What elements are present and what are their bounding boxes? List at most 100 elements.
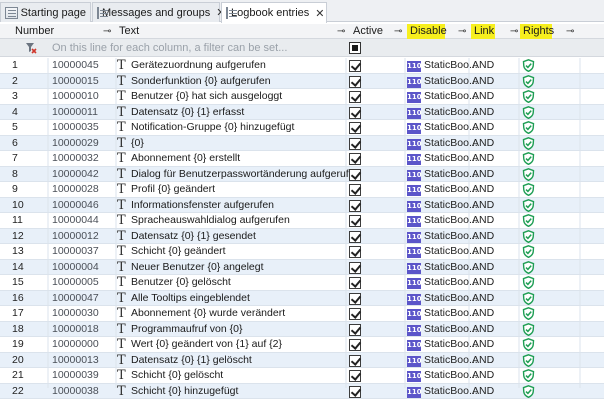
- row-link[interactable]: AND: [472, 384, 494, 399]
- row-disable[interactable]: StaticBoo...: [424, 384, 478, 399]
- shield-check-icon[interactable]: [522, 260, 535, 274]
- row-link[interactable]: AND: [472, 167, 494, 182]
- table-row[interactable]: 9 10000028 T Profil {0} geändert 110 StaticBo…: [0, 182, 604, 198]
- row-number[interactable]: 10000047: [52, 291, 99, 306]
- shield-check-icon[interactable]: [522, 369, 535, 383]
- row-number[interactable]: 10000035: [52, 120, 99, 135]
- column-header-rights[interactable]: Rights: [520, 24, 554, 39]
- row-link[interactable]: AND: [472, 89, 494, 104]
- row-disable[interactable]: StaticBoo...: [424, 74, 478, 89]
- shield-check-icon[interactable]: [522, 121, 535, 135]
- table-row[interactable]: 17 10000030 T Abonnement {0} wurde veränder…: [0, 306, 604, 322]
- row-link[interactable]: AND: [472, 182, 494, 197]
- row-link[interactable]: AND: [472, 74, 494, 89]
- row-text[interactable]: Benutzer {0} hat sich ausgeloggt: [131, 89, 282, 104]
- active-checkbox[interactable]: [349, 184, 361, 196]
- active-checkbox[interactable]: [349, 385, 361, 398]
- tab-messages-and-groups[interactable]: Messages and groups ✕: [92, 2, 225, 22]
- active-filter-checkbox[interactable]: [349, 42, 361, 54]
- active-checkbox[interactable]: [349, 261, 361, 274]
- table-row[interactable]: 20 10000013 T Datensatz {0} {1} gelöscht 110…: [0, 352, 604, 368]
- table-row[interactable]: 14 10000004 T Neuer Benutzer {0} angelegt 11…: [0, 259, 604, 275]
- table-row[interactable]: 16 10000047 T Alle Tooltips eingeblendet 110…: [0, 290, 604, 306]
- table-row[interactable]: 22 10000038 T Schicht {0} hinzugefügt 110 Sta…: [0, 383, 604, 399]
- row-text[interactable]: Datensatz {0} {1} gelöscht: [131, 353, 252, 368]
- row-link[interactable]: AND: [472, 353, 494, 368]
- row-text[interactable]: Informationsfenster aufgerufen: [131, 198, 274, 213]
- row-text[interactable]: Benutzer {0} gelöscht: [131, 275, 231, 290]
- row-link[interactable]: AND: [472, 291, 494, 306]
- active-checkbox[interactable]: [349, 60, 361, 72]
- row-text[interactable]: Dialog für Benutzerpasswortänderung aufg…: [131, 167, 360, 182]
- active-checkbox[interactable]: [349, 292, 361, 305]
- row-number[interactable]: 10000015: [52, 74, 99, 89]
- table-row[interactable]: 4 10000011 T Datensatz {0} {1} erfasst 110 St…: [0, 104, 604, 120]
- column-header-text[interactable]: Text: [116, 24, 346, 39]
- row-text[interactable]: Alle Tooltips eingeblendet: [131, 291, 250, 306]
- pin-icon[interactable]: ⊸: [458, 24, 466, 39]
- active-checkbox[interactable]: [349, 308, 361, 320]
- shield-check-icon[interactable]: [522, 74, 535, 88]
- pin-icon[interactable]: ⊸: [394, 24, 402, 39]
- row-link[interactable]: AND: [472, 136, 494, 151]
- table-row[interactable]: 3 10000010 T Benutzer {0} hat sich ausgelog…: [0, 89, 604, 105]
- shield-check-icon[interactable]: [522, 307, 535, 321]
- table-row[interactable]: 18 10000018 T Programmaufruf von {0} 110 Stat…: [0, 321, 604, 337]
- row-link[interactable]: AND: [472, 213, 494, 228]
- table-row[interactable]: 8 10000042 T Dialog für Benutzerpasswortänd…: [0, 166, 604, 182]
- active-checkbox[interactable]: [349, 168, 361, 181]
- row-link[interactable]: AND: [472, 120, 494, 135]
- table-row[interactable]: 15 10000005 T Benutzer {0} gelöscht 110 Stati…: [0, 275, 604, 291]
- shield-check-icon[interactable]: [522, 384, 535, 398]
- pin-icon[interactable]: ⊸: [337, 24, 345, 39]
- row-number[interactable]: 10000046: [52, 198, 99, 213]
- row-disable[interactable]: StaticBoo...: [424, 306, 478, 321]
- row-number[interactable]: 10000010: [52, 89, 99, 104]
- row-number[interactable]: 10000028: [52, 182, 99, 197]
- table-row[interactable]: 5 10000035 T Notification-Gruppe {0} hinzug…: [0, 120, 604, 136]
- clear-filter-icon[interactable]: [25, 42, 37, 54]
- row-text[interactable]: Schicht {0} hinzugefügt: [131, 384, 238, 399]
- row-text[interactable]: Datensatz {0} {1} erfasst: [131, 105, 244, 120]
- row-disable[interactable]: StaticBoo...: [424, 151, 478, 166]
- row-disable[interactable]: StaticBoo...: [424, 136, 478, 151]
- close-icon[interactable]: ✕: [315, 7, 324, 20]
- shield-check-icon[interactable]: [522, 291, 535, 305]
- active-checkbox[interactable]: [349, 339, 361, 351]
- row-number[interactable]: 10000045: [52, 58, 99, 73]
- pin-icon[interactable]: ⊸: [103, 24, 111, 39]
- row-disable[interactable]: StaticBoo...: [424, 213, 478, 228]
- table-row[interactable]: 13 10000037 T Schicht {0} geändert 110 Static…: [0, 244, 604, 260]
- row-disable[interactable]: StaticBoo...: [424, 260, 478, 275]
- active-checkbox[interactable]: [349, 246, 361, 258]
- table-row[interactable]: 7 10000032 T Abonnement {0} erstellt 110 Stat…: [0, 151, 604, 167]
- row-number[interactable]: 10000005: [52, 275, 99, 290]
- row-link[interactable]: AND: [472, 275, 494, 290]
- shield-check-icon[interactable]: [522, 183, 535, 197]
- shield-check-icon[interactable]: [522, 338, 535, 352]
- row-number[interactable]: 10000000: [52, 337, 99, 352]
- active-checkbox[interactable]: [349, 323, 361, 336]
- table-row[interactable]: 10 10000046 T Informationsfenster aufgerufe…: [0, 197, 604, 213]
- active-checkbox[interactable]: [349, 106, 361, 119]
- row-text[interactable]: Abonnement {0} erstellt: [131, 151, 240, 166]
- row-number[interactable]: 10000004: [52, 260, 99, 275]
- active-checkbox[interactable]: [349, 199, 361, 212]
- active-checkbox[interactable]: [349, 75, 361, 88]
- row-disable[interactable]: StaticBoo...: [424, 89, 478, 104]
- tab-logbook-entries[interactable]: Logbook entries ✕: [221, 2, 327, 23]
- active-checkbox[interactable]: [349, 122, 361, 134]
- row-disable[interactable]: StaticBoo...: [424, 291, 478, 306]
- row-text[interactable]: Spracheauswahldialog aufgerufen: [131, 213, 290, 228]
- row-disable[interactable]: StaticBoo...: [424, 368, 478, 383]
- table-row[interactable]: 12 10000012 T Datensatz {0} {1} gesendet 110…: [0, 228, 604, 244]
- row-text[interactable]: Schicht {0} geändert: [131, 244, 226, 259]
- row-text[interactable]: Wert {0} geändert von {1} auf {2}: [131, 337, 282, 352]
- row-disable[interactable]: StaticBoo...: [424, 244, 478, 259]
- row-disable[interactable]: StaticBoo...: [424, 182, 478, 197]
- row-disable[interactable]: StaticBoo...: [424, 337, 478, 352]
- table-row[interactable]: 1 10000045 T Gerätezuordnung aufgerufen 110 S…: [0, 58, 604, 74]
- row-number[interactable]: 10000013: [52, 353, 99, 368]
- table-row[interactable]: 21 10000039 T Schicht {0} gelöscht 110 Static…: [0, 368, 604, 384]
- row-number[interactable]: 10000042: [52, 167, 99, 182]
